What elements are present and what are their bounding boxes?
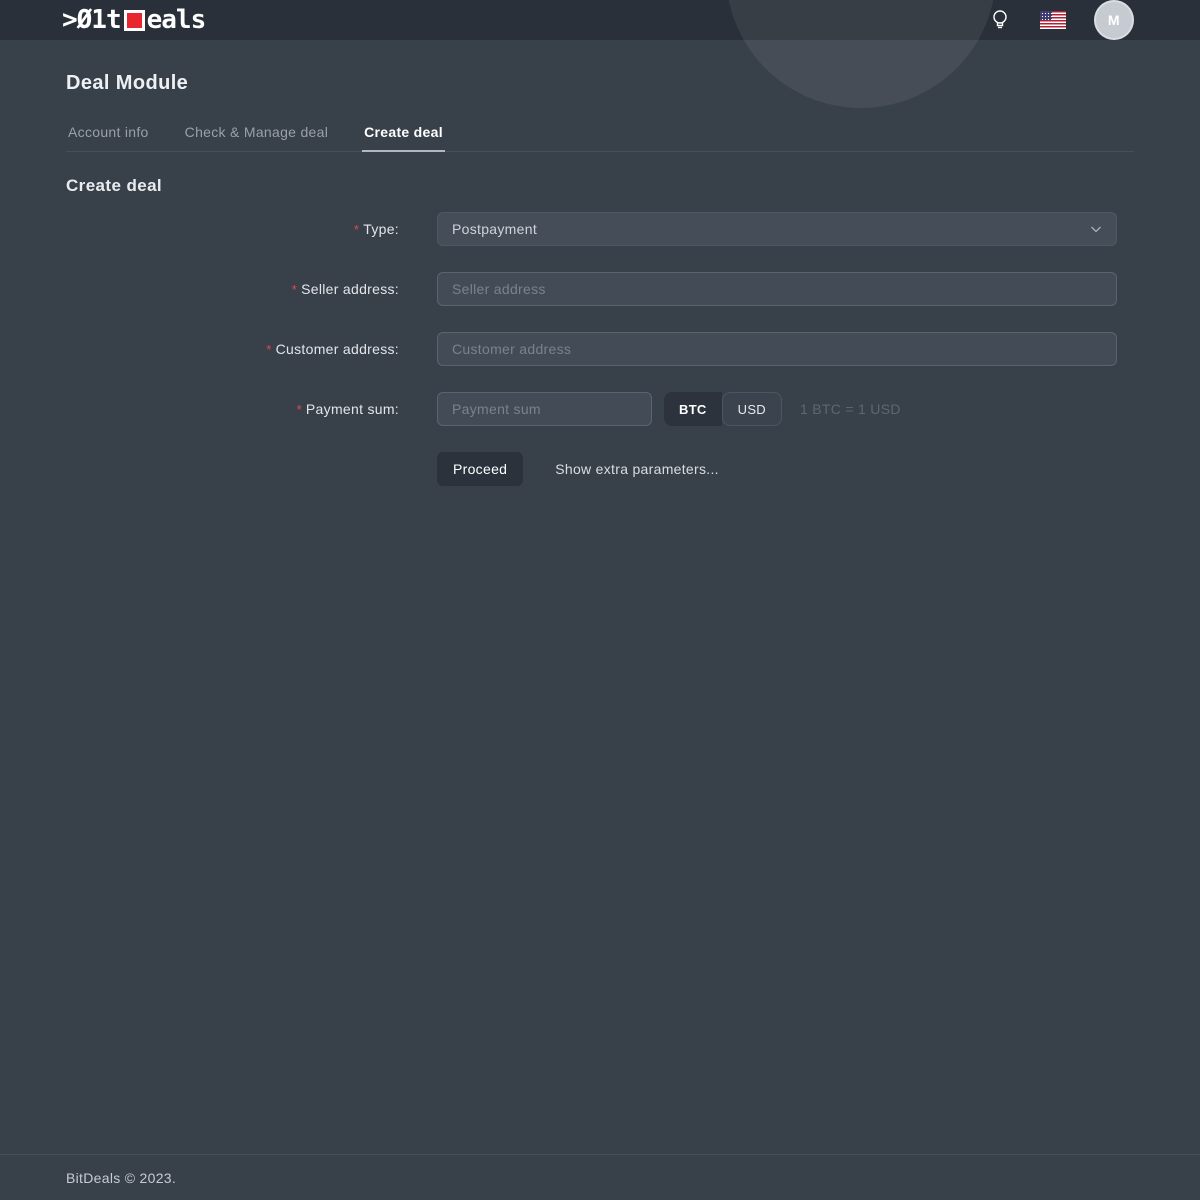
customer-address-input[interactable] bbox=[437, 332, 1117, 366]
tab-account-info[interactable]: Account info bbox=[66, 120, 151, 151]
show-extra-parameters-link[interactable]: Show extra parameters... bbox=[555, 461, 719, 477]
customer-field bbox=[437, 332, 1117, 366]
page-title: Deal Module bbox=[66, 72, 1134, 95]
app-root: >Ø1t eals M bbox=[0, 0, 1200, 1200]
footer: BitDeals © 2023. bbox=[0, 1154, 1200, 1200]
payment-sum-input[interactable] bbox=[437, 392, 652, 426]
content-container: Deal Module Account info Check & Manage … bbox=[66, 72, 1134, 486]
seller-address-input[interactable] bbox=[437, 272, 1117, 306]
required-marker: * bbox=[266, 342, 271, 357]
exchange-rate-text: 1 BTC = 1 USD bbox=[800, 401, 901, 417]
required-marker: * bbox=[354, 222, 359, 237]
proceed-button[interactable]: Proceed bbox=[437, 452, 523, 486]
tab-check-manage-deal[interactable]: Check & Manage deal bbox=[183, 120, 330, 151]
type-field: Postpayment bbox=[437, 212, 1117, 246]
tab-create-deal[interactable]: Create deal bbox=[362, 120, 445, 151]
currency-option-btc[interactable]: BTC bbox=[664, 392, 722, 426]
payment-sum-label: *Payment sum: bbox=[66, 401, 399, 417]
logo[interactable]: >Ø1t eals bbox=[62, 5, 205, 35]
avatar[interactable]: M bbox=[1094, 0, 1134, 40]
currency-toggle: BTC USD bbox=[664, 392, 782, 426]
chevron-down-icon bbox=[1088, 221, 1104, 237]
form-actions: Proceed Show extra parameters... bbox=[437, 452, 1134, 486]
logo-d-square-icon bbox=[124, 10, 145, 31]
footer-copyright: BitDeals © 2023. bbox=[66, 1170, 176, 1186]
type-label: *Type: bbox=[66, 221, 399, 237]
currency-option-usd[interactable]: USD bbox=[722, 392, 782, 426]
logo-suffix: eals bbox=[147, 5, 206, 35]
customer-label: *Customer address: bbox=[66, 341, 399, 357]
main-area: Deal Module Account info Check & Manage … bbox=[0, 40, 1200, 1154]
seller-field bbox=[437, 272, 1117, 306]
form-row-payment-sum: *Payment sum: BTC USD 1 BTC = 1 USD bbox=[66, 392, 1134, 426]
avatar-letter: M bbox=[1108, 12, 1120, 28]
top-bar-actions: M bbox=[988, 0, 1134, 40]
seller-label: *Seller address: bbox=[66, 281, 399, 297]
language-us-flag-icon[interactable] bbox=[1040, 11, 1066, 29]
lightbulb-icon bbox=[991, 9, 1009, 31]
type-select[interactable]: Postpayment bbox=[437, 212, 1117, 246]
required-marker: * bbox=[292, 282, 297, 297]
section-title: Create deal bbox=[66, 176, 1134, 196]
logo-prefix: >Ø1t bbox=[62, 5, 121, 35]
form-row-customer: *Customer address: bbox=[66, 332, 1134, 366]
required-marker: * bbox=[297, 402, 302, 417]
form-row-seller: *Seller address: bbox=[66, 272, 1134, 306]
top-bar-inner: >Ø1t eals M bbox=[0, 0, 1200, 40]
tab-bar: Account info Check & Manage deal Create … bbox=[66, 120, 1134, 152]
create-deal-form: *Type: Postpayment bbox=[66, 212, 1134, 486]
us-flag-canton bbox=[1040, 11, 1052, 20]
top-bar: >Ø1t eals M bbox=[0, 0, 1200, 40]
payment-sum-field: BTC USD 1 BTC = 1 USD bbox=[437, 392, 901, 426]
theme-toggle-button[interactable] bbox=[988, 6, 1012, 34]
form-row-type: *Type: Postpayment bbox=[66, 212, 1134, 246]
type-select-value: Postpayment bbox=[452, 221, 537, 237]
